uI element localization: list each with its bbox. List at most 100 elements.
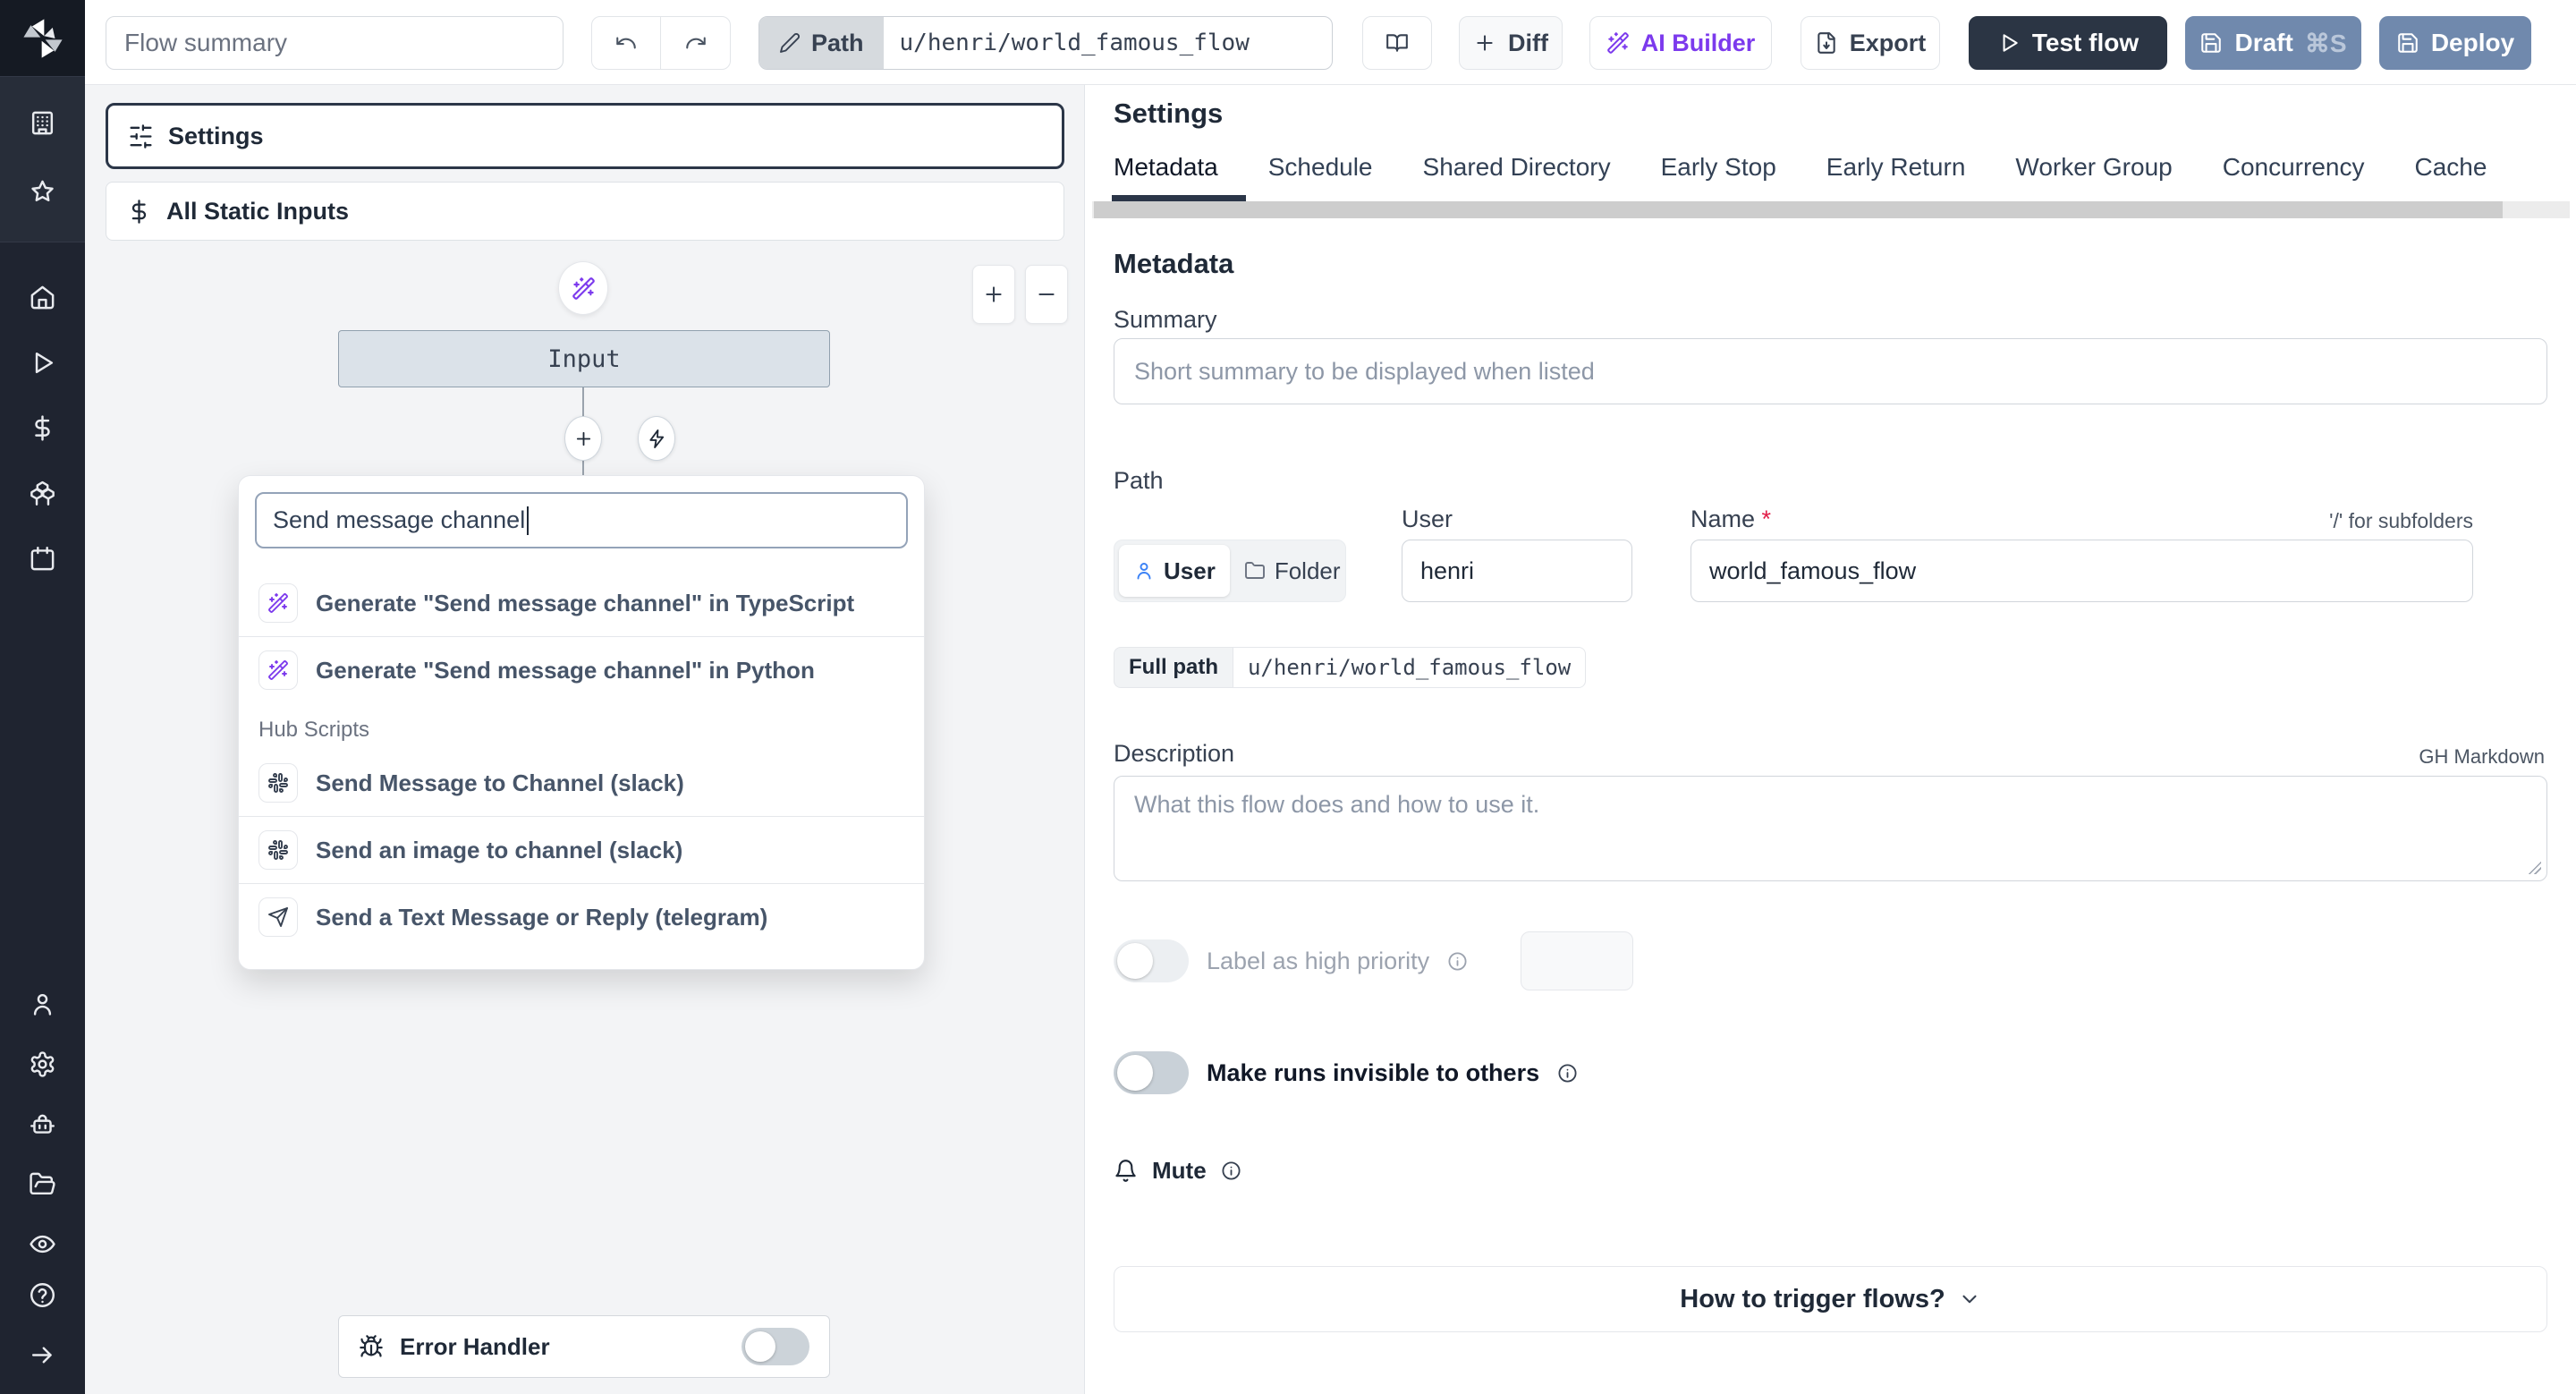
summary-input[interactable] [1114, 338, 2547, 404]
name-label-text: Name [1690, 506, 1756, 532]
plus-icon [986, 286, 1002, 302]
expand-arrow-icon[interactable] [29, 1341, 56, 1369]
tabs-scrollbar[interactable] [1092, 201, 2570, 218]
path-edit-segment[interactable]: Path [759, 17, 884, 69]
tab-early-return[interactable]: Early Return [1826, 153, 1966, 200]
help-icon[interactable] [29, 1281, 56, 1309]
resize-grip-icon[interactable] [2527, 860, 2541, 874]
flow-settings-card[interactable]: Settings [106, 103, 1064, 169]
export-button[interactable]: Export [1801, 16, 1940, 70]
tab-worker-group[interactable]: Worker Group [2015, 153, 2172, 200]
redo-button[interactable] [661, 17, 730, 69]
audit-eye-icon[interactable] [29, 1230, 56, 1258]
schedules-calendar-icon[interactable] [29, 545, 56, 573]
tab-schedule[interactable]: Schedule [1268, 153, 1373, 200]
tab-concurrency[interactable]: Concurrency [2223, 153, 2365, 200]
diff-button[interactable]: Diff [1459, 16, 1563, 70]
full-path-value: u/henri/world_famous_flow [1232, 647, 1587, 688]
lightning-icon [648, 429, 664, 448]
high-priority-toggle[interactable] [1114, 939, 1189, 982]
tab-shared-directory[interactable]: Shared Directory [1423, 153, 1611, 200]
hub-item-telegram-message[interactable]: Send a Text Message or Reply (telegram) [239, 884, 924, 950]
all-static-inputs-label: All Static Inputs [166, 197, 350, 225]
info-icon[interactable] [1221, 1160, 1241, 1181]
info-icon[interactable] [1557, 1063, 1578, 1084]
name-column-label: Name * [1690, 506, 1771, 533]
owner-user-option[interactable]: User [1119, 545, 1230, 597]
result-label: Send a Text Message or Reply (telegram) [316, 903, 768, 931]
zoom-out-button[interactable] [1025, 265, 1068, 324]
tab-early-stop[interactable]: Early Stop [1661, 153, 1776, 200]
zoom-in-button[interactable] [972, 265, 1015, 324]
hub-item-slack-message[interactable]: Send Message to Channel (slack) [239, 750, 924, 816]
generate-python-item[interactable]: Generate "Send message channel" in Pytho… [239, 637, 924, 703]
draft-label: Draft [2234, 29, 2293, 56]
wand-icon [258, 650, 298, 690]
how-to-trigger-accordion[interactable]: How to trigger flows? [1114, 1266, 2547, 1332]
tab-metadata[interactable]: Metadata [1114, 153, 1218, 200]
workers-robot-icon[interactable] [29, 1110, 56, 1138]
invisible-runs-toggle[interactable] [1114, 1051, 1189, 1094]
wand-icon [258, 583, 298, 623]
workspace-building-icon[interactable] [29, 109, 56, 137]
path-button[interactable]: Path u/henri/world_famous_flow [758, 16, 1333, 70]
undo-button[interactable] [592, 17, 661, 69]
result-label: Generate "Send message channel" in TypeS… [316, 589, 855, 616]
wand-icon [1606, 32, 1629, 54]
users-person-icon[interactable] [29, 990, 56, 1018]
variables-dollar-icon[interactable] [29, 414, 56, 442]
owner-kind-toggle: User Folder [1114, 540, 1346, 602]
wand-icon [572, 276, 595, 300]
flow-summary-input[interactable] [106, 16, 564, 70]
favorites-star-icon[interactable] [29, 178, 56, 206]
resources-boxes-icon[interactable] [29, 480, 56, 507]
home-icon[interactable] [29, 284, 56, 311]
hub-scripts-section-label: Hub Scripts [258, 718, 370, 742]
settings-title: Settings [1114, 98, 1224, 129]
sliders-icon [130, 123, 152, 149]
error-handler-node[interactable]: Error Handler [338, 1315, 830, 1378]
owner-folder-option[interactable]: Folder [1230, 545, 1355, 597]
save-icon [2398, 33, 2418, 53]
test-flow-label: Test flow [2031, 29, 2140, 56]
tab-cache[interactable]: Cache [2414, 153, 2487, 200]
all-static-inputs-card[interactable]: All Static Inputs [106, 182, 1064, 241]
deploy-button[interactable]: Deploy [2379, 16, 2531, 70]
description-textarea[interactable] [1114, 776, 2547, 881]
invisible-runs-row: Make runs invisible to others [1114, 1051, 1578, 1094]
bug-icon [360, 1335, 383, 1357]
runs-play-icon[interactable] [29, 349, 56, 377]
telegram-send-icon [258, 897, 298, 937]
full-path-label: Full path [1114, 647, 1233, 688]
input-node[interactable]: Input [338, 330, 830, 387]
hub-item-slack-image[interactable]: Send an image to channel (slack) [239, 817, 924, 883]
generate-typescript-item[interactable]: Generate "Send message channel" in TypeS… [239, 570, 924, 636]
name-input[interactable] [1690, 540, 2473, 602]
windmill-logo[interactable] [0, 0, 85, 77]
ai-flow-node[interactable] [558, 261, 608, 315]
user-icon [1137, 563, 1151, 580]
toggle-knob [1117, 943, 1153, 979]
deploy-label: Deploy [2430, 29, 2515, 56]
error-handler-toggle[interactable] [741, 1328, 809, 1365]
test-flow-button[interactable]: Test flow [1969, 16, 2167, 70]
info-icon[interactable] [1447, 951, 1468, 972]
docs-book-button[interactable] [1362, 16, 1432, 70]
scrollbar-thumb[interactable] [1094, 201, 2503, 218]
ai-builder-label: AI Builder [1640, 29, 1756, 56]
trigger-zap-button[interactable] [638, 416, 675, 461]
path-value: u/henri/world_famous_flow [883, 17, 1266, 69]
slack-icon [258, 830, 298, 870]
plus-icon [1477, 35, 1493, 51]
flow-editor-panel: Settings All Static Inputs Input Send me… [85, 85, 1085, 1394]
add-step-button[interactable] [564, 416, 602, 461]
settings-gear-icon[interactable] [29, 1050, 56, 1078]
ai-builder-button[interactable]: AI Builder [1589, 16, 1772, 70]
step-search-value: Send message channel [273, 506, 526, 533]
folders-icon[interactable] [29, 1170, 56, 1198]
slack-icon [258, 763, 298, 803]
save-draft-button[interactable]: Draft ⌘S [2185, 16, 2361, 70]
step-search-input[interactable]: Send message channel [255, 492, 908, 548]
user-input[interactable] [1402, 540, 1632, 602]
markdown-hint: GH Markdown [2419, 745, 2545, 768]
